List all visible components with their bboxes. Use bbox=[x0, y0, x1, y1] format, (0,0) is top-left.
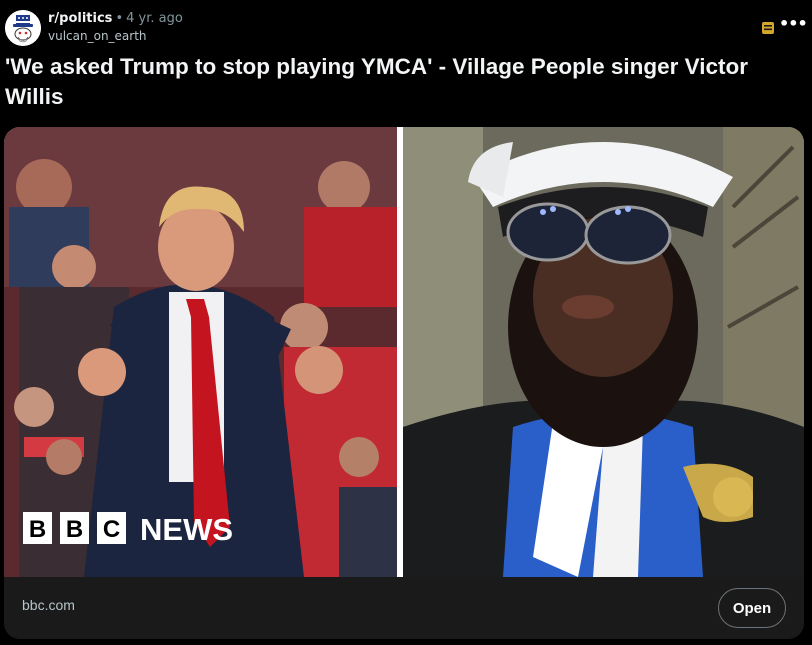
meta-separator: • bbox=[115, 11, 124, 26]
snoo-uncle-sam-icon bbox=[5, 10, 41, 46]
link-thumbnail[interactable]: B B C NEWS bbox=[4, 127, 804, 577]
bbc-letter: B bbox=[66, 516, 83, 543]
link-domain[interactable]: bbc.com bbox=[22, 597, 75, 613]
interview-photo bbox=[403, 127, 804, 577]
card-footer: bbc.com Open bbox=[4, 577, 804, 639]
subreddit-meta: r/politics • 4 yr. ago bbox=[48, 11, 183, 26]
rally-photo: B B C NEWS bbox=[4, 127, 397, 577]
link-card[interactable]: B B C NEWS bbc.com Open bbox=[4, 127, 804, 639]
author-name[interactable]: vulcan_on_earth bbox=[48, 29, 147, 43]
bbc-news-word: NEWS bbox=[140, 512, 233, 547]
open-link-button[interactable]: Open bbox=[718, 588, 786, 628]
post-header: r/politics • 4 yr. ago vulcan_on_earth ••• bbox=[5, 8, 808, 48]
more-options-icon[interactable]: ••• bbox=[779, 15, 808, 37]
post-title[interactable]: 'We asked Trump to stop playing YMCA' - … bbox=[5, 52, 805, 112]
mod-shield-icon[interactable] bbox=[761, 20, 775, 34]
post-age: 4 yr. ago bbox=[126, 11, 183, 26]
bbc-letter: B bbox=[29, 516, 46, 543]
subreddit-avatar[interactable] bbox=[5, 10, 41, 46]
bbc-letter: C bbox=[103, 516, 120, 543]
subreddit-name[interactable]: r/politics bbox=[48, 11, 112, 26]
